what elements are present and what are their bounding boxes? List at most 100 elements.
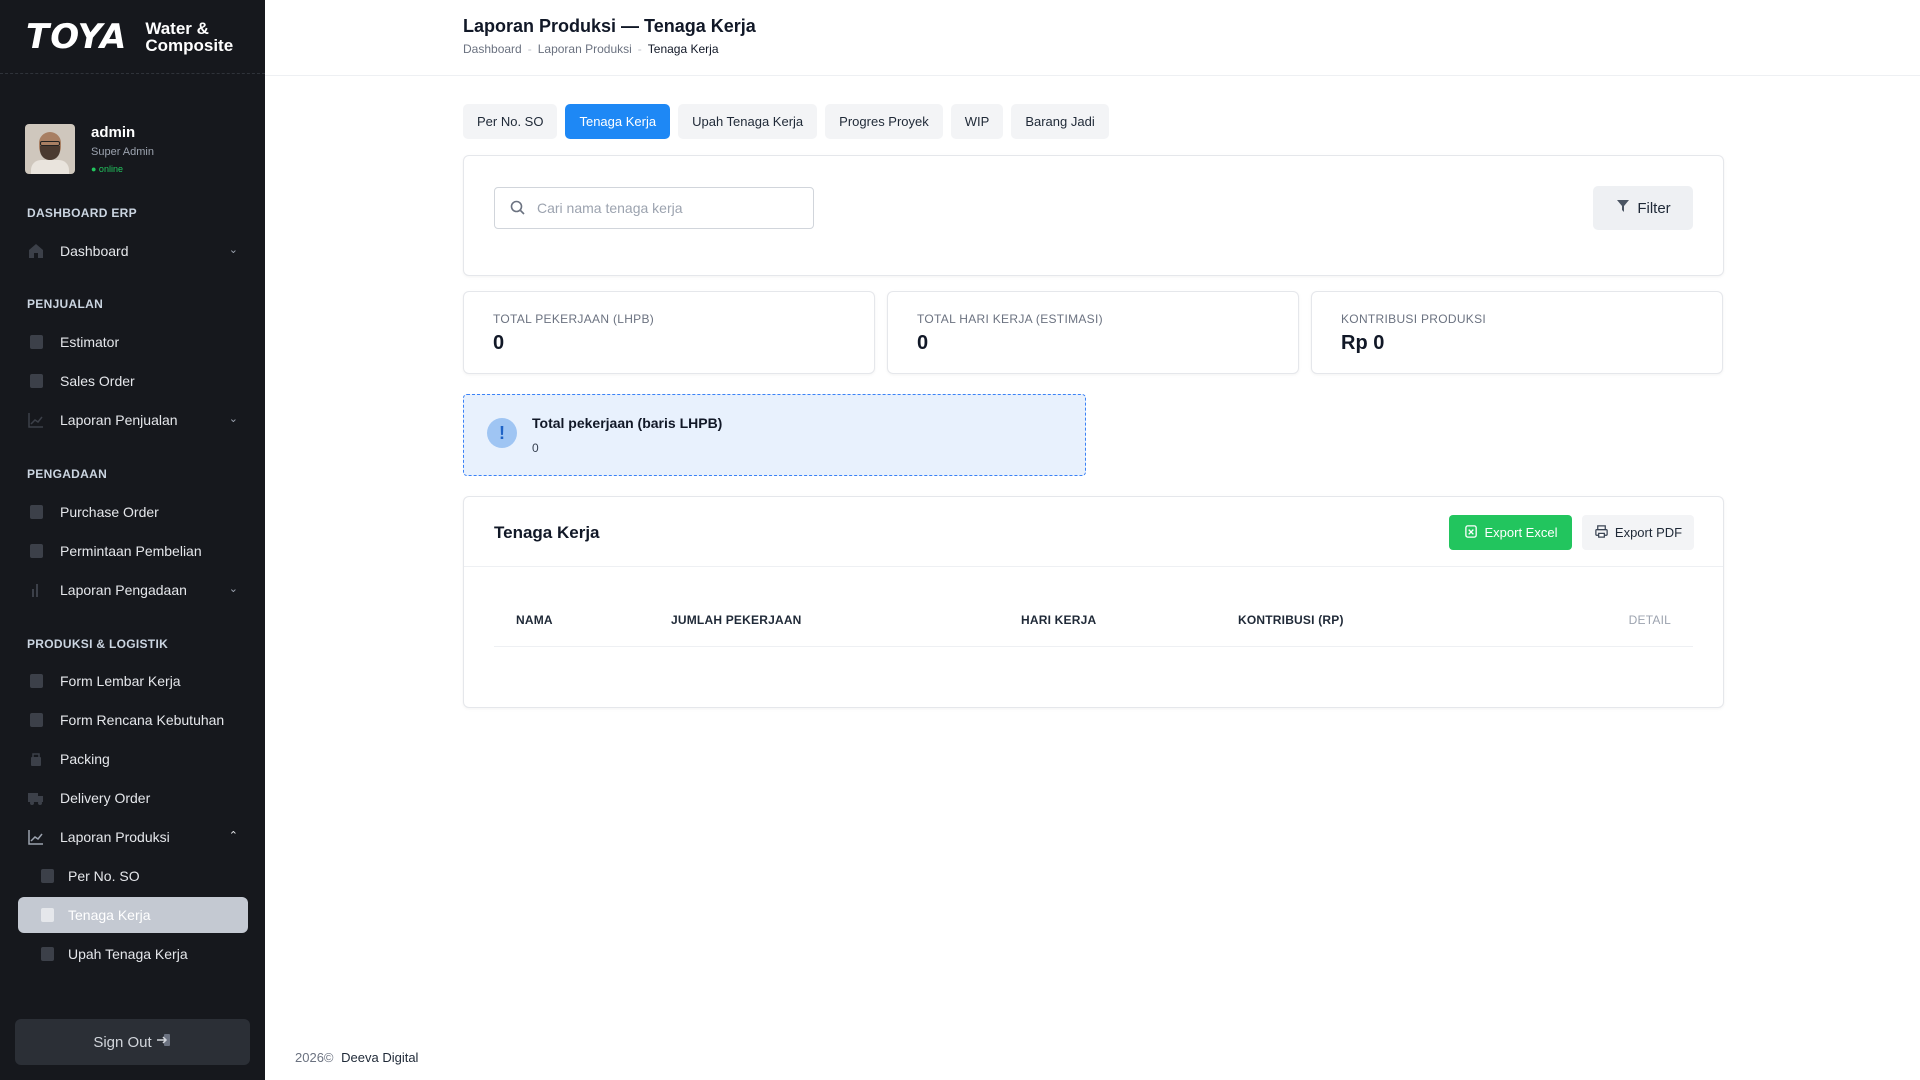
section-title-dashboard: DASHBOARD ERP [27, 206, 137, 220]
home-icon [27, 242, 45, 260]
stat-caption: TOTAL PEKERJAAN (LHPB) [493, 312, 655, 326]
truck-icon [27, 789, 45, 807]
sidebar-item-laporan-penjualan[interactable]: Laporan Penjualan ⌄ [18, 402, 248, 438]
sidebar-item-per-no-so[interactable]: Per No. SO [18, 858, 248, 894]
document-icon [38, 945, 56, 963]
user-info: admin Super Admin ● online [91, 124, 154, 174]
sidebar-item-label: Delivery Order [60, 790, 151, 806]
page-header: Laporan Produksi — Tenaga Kerja Dashboar… [265, 0, 1920, 76]
sidebar-item-tenaga-kerja[interactable]: Tenaga Kerja [18, 897, 248, 933]
column-header-hari-kerja[interactable]: HARI KERJA [1021, 613, 1096, 627]
tab-barang-jadi[interactable]: Barang Jadi [1011, 104, 1109, 139]
info-alert: ! Total pekerjaan (baris LHPB) 0 [463, 394, 1086, 476]
sidebar-item-form-lembar-kerja[interactable]: Form Lembar Kerja [18, 663, 248, 699]
sidebar-item-laporan-produksi[interactable]: Laporan Produksi ⌃ [18, 819, 248, 855]
stat-kontribusi-produksi: KONTRIBUSI PRODUKSI Rp 0 [1311, 291, 1723, 374]
breadcrumb-item-current: Tenaga Kerja [647, 42, 719, 56]
stat-total-hari-kerja: TOTAL HARI KERJA (ESTIMASI) 0 [887, 291, 1299, 374]
export-excel-label: Export Excel [1484, 525, 1558, 540]
edit-document-icon [27, 672, 45, 690]
sidebar-item-label: Dashboard [60, 243, 129, 259]
footer: 2026© Deeva Digital [295, 1050, 418, 1065]
sidebar-item-dashboard[interactable]: Dashboard ⌄ [18, 233, 248, 269]
table-title: Tenaga Kerja [494, 523, 600, 542]
export-excel-button[interactable]: Export Excel [1449, 515, 1572, 550]
search-icon [509, 199, 527, 217]
printer-icon [1594, 524, 1609, 542]
breadcrumb-separator: - [527, 42, 532, 56]
sidebar-item-label: Laporan Produksi [60, 829, 170, 845]
sign-out-button[interactable]: Sign Out [15, 1019, 250, 1065]
chevron-down-icon: ⌄ [228, 244, 238, 256]
filter-button[interactable]: Filter [1593, 186, 1693, 230]
sidebar-item-label: Per No. SO [68, 868, 140, 884]
tab-upah-tenaga-kerja[interactable]: Upah Tenaga Kerja [678, 104, 818, 139]
excel-file-icon [1464, 524, 1479, 542]
breadcrumb-item-laporan-produksi[interactable]: Laporan Produksi [538, 42, 632, 56]
stat-caption: TOTAL HARI KERJA (ESTIMASI) [917, 312, 1103, 326]
chevron-up-icon: ⌃ [228, 830, 238, 842]
document-icon [27, 542, 45, 560]
tab-progres-proyek[interactable]: Progres Proyek [825, 104, 943, 139]
sidebar-item-label: Packing [60, 751, 110, 767]
sign-out-label: Sign Out [93, 1033, 152, 1051]
breadcrumb-item-dashboard[interactable]: Dashboard [463, 42, 522, 56]
brand-subtitle: Water & Composite [145, 20, 233, 54]
user-panel: admin Super Admin ● online [0, 74, 265, 204]
export-pdf-button[interactable]: Export PDF [1582, 515, 1694, 550]
info-title: Total pekerjaan (baris LHPB) [532, 415, 723, 431]
sidebar-item-upah-tenaga-kerja[interactable]: Upah Tenaga Kerja [18, 936, 248, 972]
user-role: Super Admin [91, 146, 154, 158]
sidebar-item-label: Purchase Order [60, 504, 159, 520]
sidebar-item-sales-order[interactable]: Sales Order [18, 363, 248, 399]
tab-per-no-so[interactable]: Per No. SO [463, 104, 558, 139]
sidebar-item-delivery-order[interactable]: Delivery Order [18, 780, 248, 816]
column-header-detail: DETAIL [1628, 613, 1671, 627]
tenaga-kerja-table-card: Tenaga Kerja Export Excel Export PDF NAM… [463, 496, 1724, 708]
exclamation-icon: ! [487, 418, 517, 448]
brand-subtitle-line2: Composite [145, 35, 234, 55]
section-title-pengadaan: PENGADAAN [27, 467, 108, 481]
document-icon [38, 906, 56, 924]
sidebar-item-form-rencana-kebutuhan[interactable]: Form Rencana Kebutuhan [18, 702, 248, 738]
sign-out-icon [156, 1032, 172, 1052]
document-icon [27, 372, 45, 390]
stat-value: 0 [917, 332, 929, 354]
page-title: Laporan Produksi — Tenaga Kerja [463, 16, 756, 36]
avatar[interactable] [25, 124, 75, 174]
brand[interactable]: TOYA Water & Composite [0, 0, 265, 74]
search-card: Filter [463, 155, 1724, 276]
section-title-produksi-logistik: PRODUKSI & LOGISTIK [27, 637, 169, 651]
footer-company-link[interactable]: Deeva Digital [341, 1050, 418, 1065]
sidebar-item-permintaan-pembelian[interactable]: Permintaan Pembelian [18, 533, 248, 569]
report-tabs: Per No. SO Tenaga Kerja Upah Tenaga Kerj… [463, 104, 1109, 139]
search-input[interactable] [537, 200, 797, 216]
document-icon [27, 503, 45, 521]
filter-label: Filter [1637, 199, 1671, 217]
document-icon [27, 333, 45, 351]
stat-value: 0 [493, 332, 505, 354]
stat-total-pekerjaan: TOTAL PEKERJAAN (LHPB) 0 [463, 291, 875, 374]
user-status: ● online [91, 164, 123, 174]
search-box [494, 187, 814, 229]
edit-document-icon [27, 711, 45, 729]
line-chart-icon [27, 828, 45, 846]
package-icon [27, 750, 45, 768]
tab-wip[interactable]: WIP [950, 104, 1004, 139]
chevron-down-icon: ⌄ [228, 413, 238, 425]
filter-icon [1615, 198, 1631, 218]
chevron-down-icon: ⌄ [228, 583, 238, 595]
sidebar-item-label: Upah Tenaga Kerja [68, 946, 188, 962]
tab-tenaga-kerja[interactable]: Tenaga Kerja [565, 104, 671, 139]
column-header-jumlah-pekerjaan[interactable]: JUMLAH PEKERJAAN [671, 613, 802, 627]
column-header-nama[interactable]: NAMA [516, 613, 553, 627]
sidebar-item-label: Laporan Penjualan [60, 412, 178, 428]
sidebar-item-label: Laporan Pengadaan [60, 582, 187, 598]
sidebar-item-packing[interactable]: Packing [18, 741, 248, 777]
section-title-penjualan: PENJUALAN [27, 297, 104, 311]
stat-caption: KONTRIBUSI PRODUKSI [1341, 312, 1487, 326]
sidebar-item-estimator[interactable]: Estimator [18, 324, 248, 360]
sidebar-item-laporan-pengadaan[interactable]: Laporan Pengadaan ⌄ [18, 572, 248, 608]
column-header-kontribusi[interactable]: KONTRIBUSI (RP) [1238, 613, 1344, 627]
sidebar-item-purchase-order[interactable]: Purchase Order [18, 494, 248, 530]
